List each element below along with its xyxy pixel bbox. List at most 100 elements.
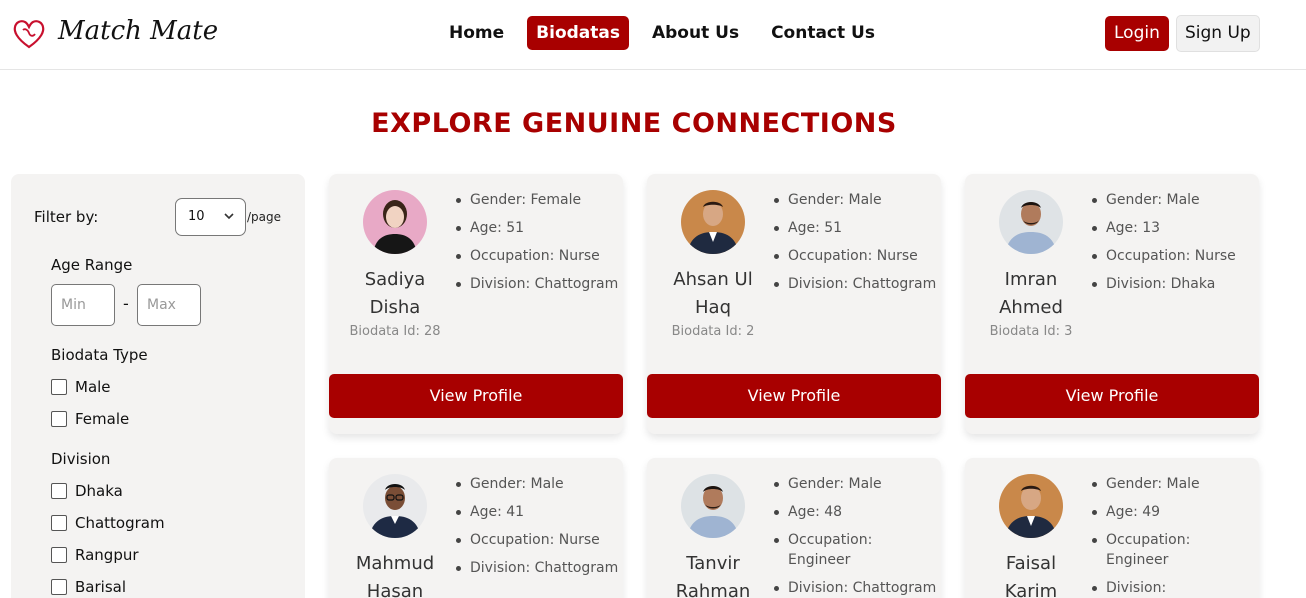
biodata-id: Biodata Id: 3: [989, 324, 1073, 339]
signup-button[interactable]: Sign Up: [1176, 15, 1260, 52]
detail-division: Division: Chattogram: [774, 578, 939, 598]
profile-name-line: Imran: [1004, 269, 1058, 290]
detail-division: Division: Dhaka: [1092, 274, 1257, 294]
biodata-card: Mahmud Hasan Gender: Male Age: 41 Occupa…: [329, 458, 623, 598]
profile-name: Sadiya Disha: [339, 266, 451, 322]
biodata-type-male[interactable]: Male: [51, 378, 111, 396]
chevron-down-icon: [223, 199, 235, 249]
checkbox[interactable]: [51, 579, 67, 595]
header: Match Mate Home Biodatas About Us Contac…: [0, 0, 1306, 70]
division-chattogram[interactable]: Chattogram: [51, 514, 165, 532]
checkbox[interactable]: [51, 515, 67, 531]
page-title: EXPLORE GENUINE CONNECTIONS: [371, 108, 897, 139]
age-range-heading: Age Range: [51, 256, 133, 274]
filter-label: Filter by:: [34, 208, 99, 226]
biodata-card: Ahsan Ul Haq Biodata Id: 2 Gender: Male …: [647, 174, 941, 434]
logo[interactable]: [12, 18, 46, 50]
profile-name-line: Ahsan Ul: [673, 269, 753, 290]
detail-division: Division:: [1092, 578, 1257, 598]
filter-sidebar: Filter by: 10 /page Age Range Min - Max …: [11, 174, 305, 598]
profile-name-line: Karim: [1004, 581, 1058, 598]
login-button[interactable]: Login: [1105, 16, 1169, 51]
profile-name-line: Haq: [695, 297, 731, 318]
checkbox-label: Female: [75, 410, 130, 428]
detail-age: Age: 41: [456, 502, 621, 522]
view-profile-button[interactable]: View Profile: [647, 374, 941, 418]
avatar: [999, 190, 1063, 254]
profile-name-line: Hasan: [366, 581, 424, 598]
nav-biodatas[interactable]: Biodatas: [527, 16, 629, 50]
age-min-input[interactable]: Min: [51, 284, 115, 326]
detail-gender: Gender: Male: [774, 190, 939, 210]
nav-home[interactable]: Home: [440, 16, 513, 50]
profile-name-line: Ahmed: [999, 297, 1063, 318]
biodata-card: Faisal Karim Gender: Male Age: 49 Occupa…: [965, 458, 1259, 598]
division-rangpur[interactable]: Rangpur: [51, 546, 139, 564]
profile-name: Faisal Karim: [975, 550, 1087, 598]
detail-division: Division: Chattogram: [456, 558, 621, 578]
detail-age: Age: 13: [1092, 218, 1257, 238]
checkbox[interactable]: [51, 483, 67, 499]
profile-details: Gender: Male Age: 48 Occupation: Enginee…: [774, 474, 939, 598]
view-profile-button[interactable]: View Profile: [965, 374, 1259, 418]
profile-name: Mahmud Hasan: [339, 550, 451, 598]
detail-gender: Gender: Male: [774, 474, 939, 494]
profile-name: Imran Ahmed: [975, 266, 1087, 322]
detail-age: Age: 51: [456, 218, 621, 238]
profile-details: Gender: Male Age: 49 Occupation: Enginee…: [1092, 474, 1257, 598]
profile-name-line: Sadiya: [364, 269, 426, 290]
profile-details: Gender: Male Age: 51 Occupation: Nurse D…: [774, 190, 939, 302]
age-max-input[interactable]: Max: [137, 284, 201, 326]
per-page-value: 10: [188, 209, 205, 224]
detail-occupation: Occupation: Engineer: [774, 530, 939, 570]
division-barisal[interactable]: Barisal: [51, 578, 126, 596]
profile-details: Gender: Male Age: 13 Occupation: Nurse D…: [1092, 190, 1257, 302]
detail-gender: Gender: Male: [1092, 474, 1257, 494]
checkbox[interactable]: [51, 379, 67, 395]
detail-division: Division: Chattogram: [774, 274, 939, 294]
detail-occupation: Occupation: Nurse: [1092, 246, 1257, 266]
profile-name-line: Disha: [369, 297, 421, 318]
profile-name-line: Mahmud: [355, 553, 435, 574]
detail-occupation: Occupation: Nurse: [774, 246, 939, 266]
profile-details: Gender: Male Age: 41 Occupation: Nurse D…: [456, 474, 621, 586]
checkbox-label: Rangpur: [75, 546, 139, 564]
biodata-card: Imran Ahmed Biodata Id: 3 Gender: Male A…: [965, 174, 1259, 434]
biodata-card: Sadiya Disha Biodata Id: 28 Gender: Fema…: [329, 174, 623, 434]
age-range-separator: -: [123, 294, 129, 313]
per-page-suffix: /page: [247, 210, 282, 224]
nav-contact-us[interactable]: Contact Us: [762, 16, 884, 50]
profile-name-line: Rahman: [675, 581, 751, 598]
nav-about-us[interactable]: About Us: [643, 16, 748, 50]
detail-division: Division: Chattogram: [456, 274, 621, 294]
avatar: [999, 474, 1063, 538]
view-profile-button[interactable]: View Profile: [329, 374, 623, 418]
profile-details: Gender: Female Age: 51 Occupation: Nurse…: [456, 190, 621, 302]
per-page-select[interactable]: 10: [175, 198, 246, 236]
detail-occupation: Occupation: Nurse: [456, 246, 621, 266]
detail-occupation: Occupation: Engineer: [1092, 530, 1257, 570]
biodata-type-female[interactable]: Female: [51, 410, 129, 428]
detail-age: Age: 49: [1092, 502, 1257, 522]
detail-age: Age: 48: [774, 502, 939, 522]
profile-name: Ahsan Ul Haq: [657, 266, 769, 322]
profile-name: Tanvir Rahman: [657, 550, 769, 598]
brand-name[interactable]: Match Mate: [58, 16, 218, 46]
division-dhaka[interactable]: Dhaka: [51, 482, 123, 500]
avatar: [363, 474, 427, 538]
checkbox-label: Chattogram: [75, 514, 165, 532]
avatar: [681, 190, 745, 254]
checkbox[interactable]: [51, 411, 67, 427]
main-nav: Home Biodatas About Us Contact Us: [440, 16, 898, 50]
biodata-type-heading: Biodata Type: [51, 346, 148, 364]
avatar: [363, 190, 427, 254]
detail-gender: Gender: Male: [456, 474, 621, 494]
checkbox-label: Dhaka: [75, 482, 123, 500]
detail-occupation: Occupation: Nurse: [456, 530, 621, 550]
avatar: [681, 474, 745, 538]
biodata-id: Biodata Id: 2: [671, 324, 755, 339]
checkbox[interactable]: [51, 547, 67, 563]
heart-logo-icon: [13, 20, 45, 49]
detail-gender: Gender: Female: [456, 190, 621, 210]
profile-name-line: Tanvir: [686, 553, 740, 574]
